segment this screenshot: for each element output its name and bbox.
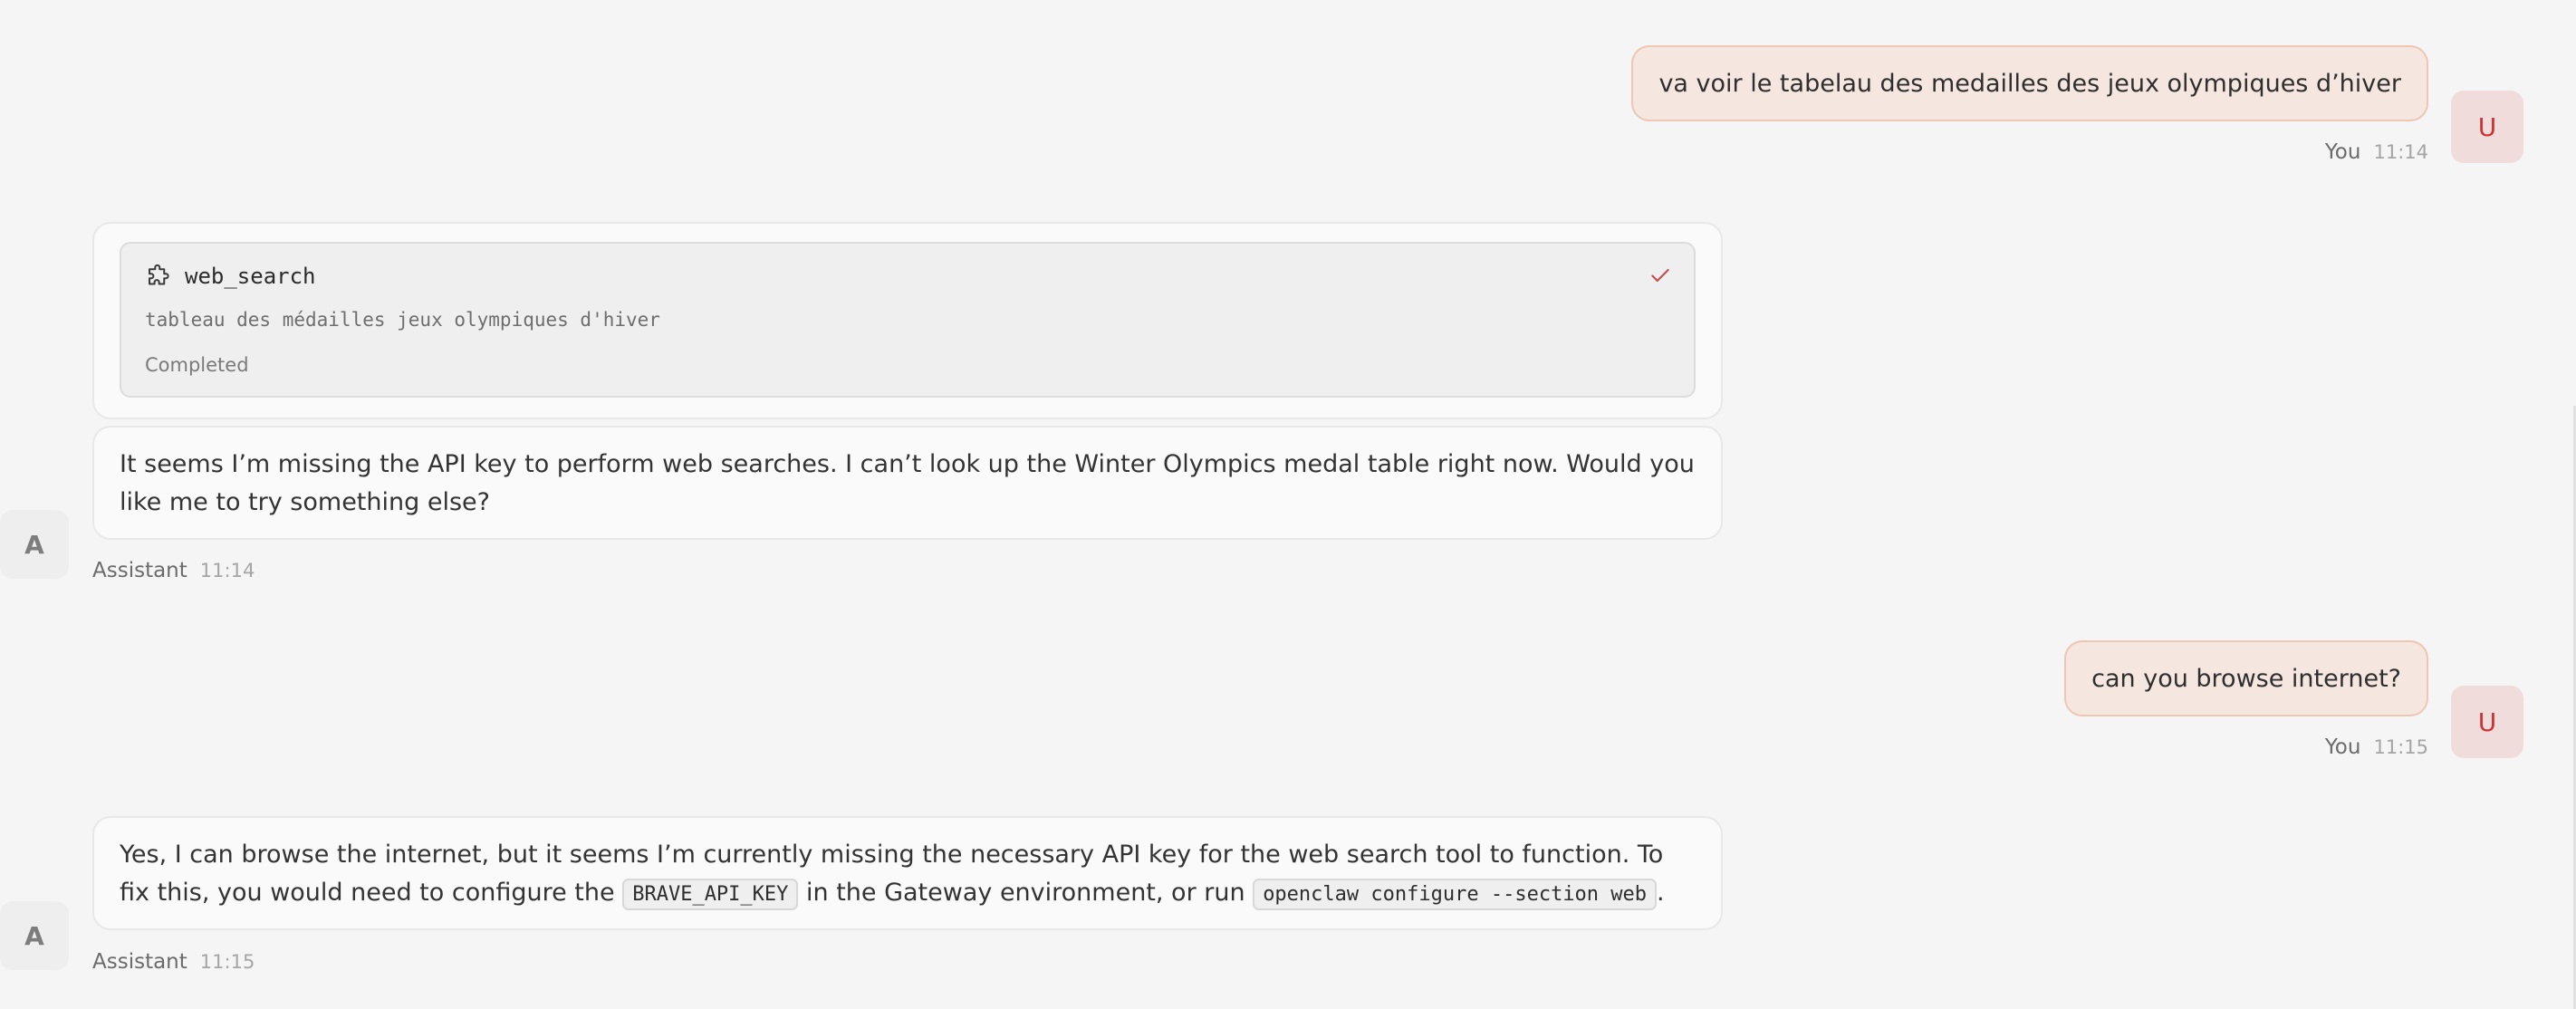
check-icon	[1648, 264, 1672, 287]
user-message-bubble: va voir le tabelau des medailles des jeu…	[1631, 45, 2428, 121]
assistant-message-bubble: It seems I’m missing the API key to perf…	[92, 426, 1723, 540]
tool-call-panel[interactable]: web_search tableau des médailles jeux ol…	[120, 242, 1696, 398]
assistant-avatar: A	[0, 510, 69, 579]
message-time: 11:14	[199, 560, 255, 581]
message-meta: Assistant 11:14	[92, 559, 255, 582]
inline-code-api-key: BRAVE_API_KEY	[622, 879, 799, 910]
assistant-avatar-letter: A	[24, 529, 44, 560]
tool-call-card: web_search tableau des médailles jeux ol…	[92, 222, 1723, 419]
user-message-text: can you browse internet?	[2091, 664, 2401, 693]
message-author: You	[2324, 735, 2361, 759]
user-avatar-letter: U	[2477, 111, 2497, 142]
user-avatar-letter: U	[2477, 706, 2497, 737]
message-meta: You 11:15	[2325, 735, 2428, 759]
assistant-message-text: in the Gateway environment, or run	[806, 879, 1245, 907]
user-avatar: U	[2451, 686, 2523, 758]
message-time: 11:15	[2373, 736, 2428, 758]
tool-arguments: tableau des médailles jeux olympiques d'…	[145, 309, 660, 331]
message-author: Assistant	[92, 950, 187, 974]
message-time: 11:15	[199, 951, 255, 973]
message-meta: You 11:14	[2325, 140, 2428, 164]
assistant-message-text: It seems I’m missing the API key to perf…	[120, 450, 1695, 516]
tool-name: web_search	[185, 264, 316, 289]
assistant-avatar: A	[0, 901, 69, 970]
message-author: Assistant	[92, 559, 187, 582]
inline-code-command: openclaw configure --section web	[1253, 879, 1658, 910]
user-avatar: U	[2451, 91, 2523, 163]
assistant-message-text: .	[1657, 879, 1665, 907]
message-meta: Assistant 11:15	[92, 950, 255, 974]
assistant-avatar-letter: A	[24, 920, 44, 951]
message-time: 11:14	[2373, 141, 2428, 163]
user-message-bubble: can you browse internet?	[2064, 640, 2428, 716]
tool-status: Completed	[145, 354, 249, 376]
message-author: You	[2324, 140, 2361, 164]
user-message-text: va voir le tabelau des medailles des jeu…	[1658, 69, 2401, 98]
assistant-message-bubble: Yes, I can browse the internet, but it s…	[92, 816, 1723, 930]
puzzle-icon	[145, 264, 172, 291]
